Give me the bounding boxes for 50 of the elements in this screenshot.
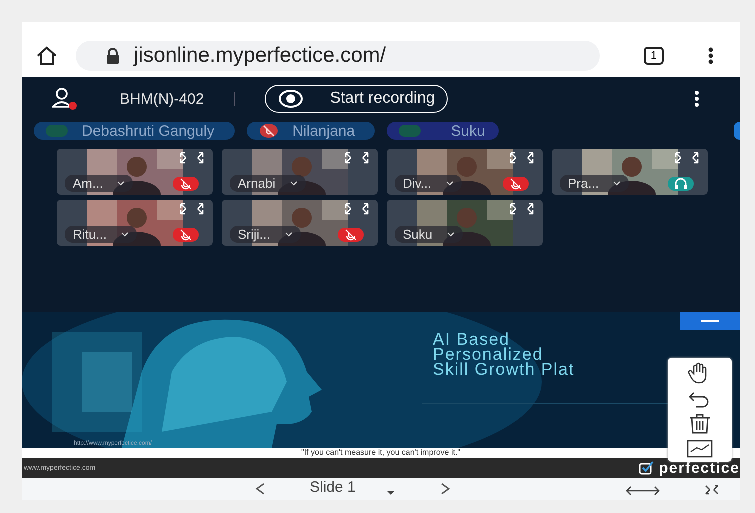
minimize-button[interactable]	[680, 312, 740, 330]
address-bar[interactable]: jisonline.myperfectice.com/	[76, 41, 600, 71]
participant-name-chip[interactable]: Pra...	[560, 175, 630, 192]
expand-icon[interactable]	[674, 151, 700, 165]
chevron-icon	[120, 232, 129, 237]
chevron-icon	[284, 232, 292, 237]
participant-name-chip[interactable]: Arnabi	[230, 175, 306, 192]
home-icon[interactable]	[36, 46, 58, 66]
expand-icon[interactable]	[179, 151, 205, 165]
record-button[interactable]: Start recording	[265, 85, 448, 113]
participant-name-chip[interactable]: Am...	[65, 175, 134, 192]
speaker-chip[interactable]: Nilanjana	[246, 122, 376, 140]
muted-mic-icon	[258, 123, 279, 139]
more-icon[interactable]	[708, 47, 714, 65]
participant-name-chip[interactable]: Ritu...	[65, 226, 137, 243]
minus-icon	[701, 320, 719, 322]
expand-icon[interactable]	[509, 151, 535, 165]
user-icon[interactable]	[52, 88, 78, 110]
check-icon	[639, 461, 656, 475]
lock-icon	[106, 48, 120, 64]
participant-name-chip[interactable]: Div...	[395, 175, 462, 192]
next-icon[interactable]	[440, 482, 452, 496]
slide-selector[interactable]: Slide 1	[310, 479, 356, 496]
participant-name-chip[interactable]: Sriji...	[230, 226, 300, 243]
chart-icon[interactable]	[687, 440, 713, 458]
slide-heading: AI Based Personalized Skill Growth Plat	[433, 332, 575, 377]
previous-icon[interactable]	[254, 482, 266, 496]
chevron-icon	[290, 181, 298, 186]
dropdown-icon[interactable]	[386, 490, 396, 496]
expand-icon[interactable]	[344, 202, 370, 216]
url-text: jisonline.myperfectice.com/	[134, 44, 386, 68]
speaker-chip[interactable]: Suku	[387, 122, 500, 140]
speaker-chip[interactable]	[734, 122, 740, 140]
tab-count-button[interactable]: 1	[644, 47, 664, 65]
expand-icon[interactable]	[179, 202, 205, 216]
chevron-icon	[446, 232, 455, 237]
expand-icon[interactable]	[509, 202, 535, 216]
chevron-icon	[613, 181, 622, 186]
chevron-icon	[117, 181, 126, 186]
record-icon	[278, 89, 304, 109]
fullscreen-icon[interactable]	[704, 484, 720, 496]
participant-name-chip[interactable]: Suku	[395, 226, 463, 243]
expand-icon[interactable]	[344, 151, 370, 165]
fit-width-icon[interactable]	[626, 486, 660, 496]
chevron-icon	[446, 181, 454, 186]
more-icon[interactable]	[694, 90, 700, 108]
speaker-chip[interactable]: Debashruti Ganguly	[34, 122, 235, 140]
trash-icon[interactable]	[689, 414, 711, 434]
room-name: BHM(N)-402	[120, 90, 204, 108]
brand-logo: perfectice	[639, 460, 740, 476]
